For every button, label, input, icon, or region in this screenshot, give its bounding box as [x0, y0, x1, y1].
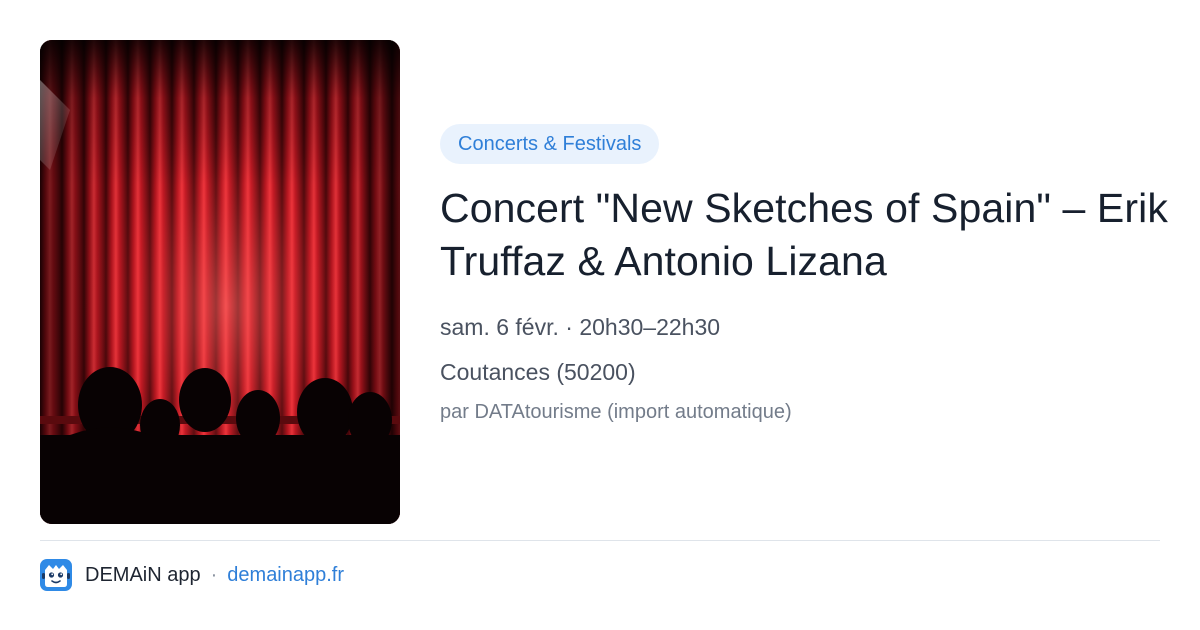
footer-divider [40, 540, 1160, 541]
event-source: par DATAtourisme (import automatique) [440, 401, 792, 423]
event-title: Concert "New Sketches of Spain" – Erik T… [440, 185, 1168, 284]
event-location: Coutances (50200) [440, 359, 636, 385]
app-domain-link[interactable]: demainapp.fr [227, 564, 344, 587]
event-details: Concerts & Festivals Concert "New Sketch… [440, 124, 1170, 425]
event-datetime: sam. 6 févr. · 20h30–22h30 [440, 314, 721, 340]
event-image[interactable] [40, 40, 400, 524]
theatre-curtain-illustration [40, 40, 400, 524]
demain-app-logo-icon[interactable] [40, 559, 72, 591]
share-card: Concerts & Festivals Concert "New Sketch… [0, 0, 1200, 630]
footer: DEMAiN app · demainapp.fr [40, 558, 344, 592]
footer-separator: · [210, 563, 218, 586]
category-badge[interactable]: Concerts & Festivals [440, 124, 660, 164]
app-name: DEMAiN app [85, 563, 201, 586]
